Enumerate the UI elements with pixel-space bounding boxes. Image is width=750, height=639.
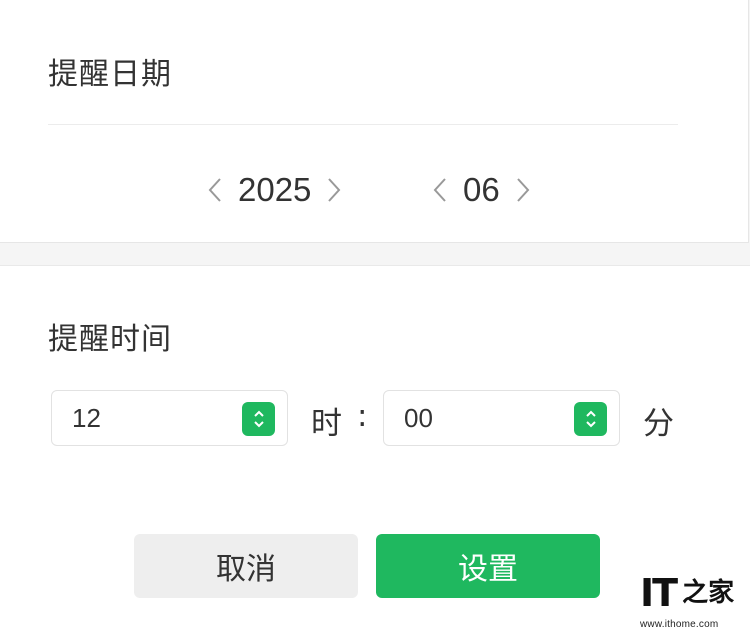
month-prev-button[interactable]: [425, 170, 455, 210]
reminder-date-card: 提醒日期 2025 06: [0, 0, 749, 243]
chevron-right-icon: [516, 178, 530, 202]
hour-value: 12: [72, 403, 101, 433]
logo-home-glyph: 之家: [682, 578, 735, 608]
minute-spinner-button[interactable]: [574, 402, 607, 436]
logo-it-text: IT: [640, 571, 678, 615]
up-down-spinner-icon: [585, 410, 596, 428]
month-stepper: 06: [425, 165, 538, 215]
hour-select[interactable]: 12: [51, 390, 288, 446]
reminder-date-title: 提醒日期: [48, 57, 172, 92]
cancel-button[interactable]: 取消: [134, 534, 358, 598]
hour-unit-label: 时: [311, 406, 342, 442]
ithome-watermark: IT 之家 www.ithome.com: [640, 573, 740, 630]
ithome-logo: IT 之家: [640, 573, 740, 613]
up-down-spinner-icon: [253, 410, 264, 428]
chevron-left-icon: [433, 178, 446, 202]
year-stepper: 2025: [200, 165, 349, 215]
reminder-time-card: 提醒时间 12 时 : 00 分 取消 设置: [0, 265, 750, 639]
month-value: 06: [463, 171, 500, 208]
set-button[interactable]: 设置: [376, 534, 600, 598]
month-next-button[interactable]: [508, 170, 538, 210]
minute-select[interactable]: 00: [383, 390, 620, 446]
time-colon: :: [357, 398, 368, 434]
year-prev-button[interactable]: [200, 170, 230, 210]
watermark-url: www.ithome.com: [640, 619, 719, 630]
chevron-left-icon: [208, 178, 221, 202]
divider: [48, 124, 678, 125]
minute-value: 00: [404, 403, 433, 433]
year-next-button[interactable]: [319, 170, 349, 210]
reminder-time-title: 提醒时间: [48, 322, 172, 357]
minute-unit-label: 分: [643, 406, 674, 442]
year-value: 2025: [238, 171, 312, 208]
hour-spinner-button[interactable]: [242, 402, 275, 436]
chevron-right-icon: [328, 178, 341, 202]
